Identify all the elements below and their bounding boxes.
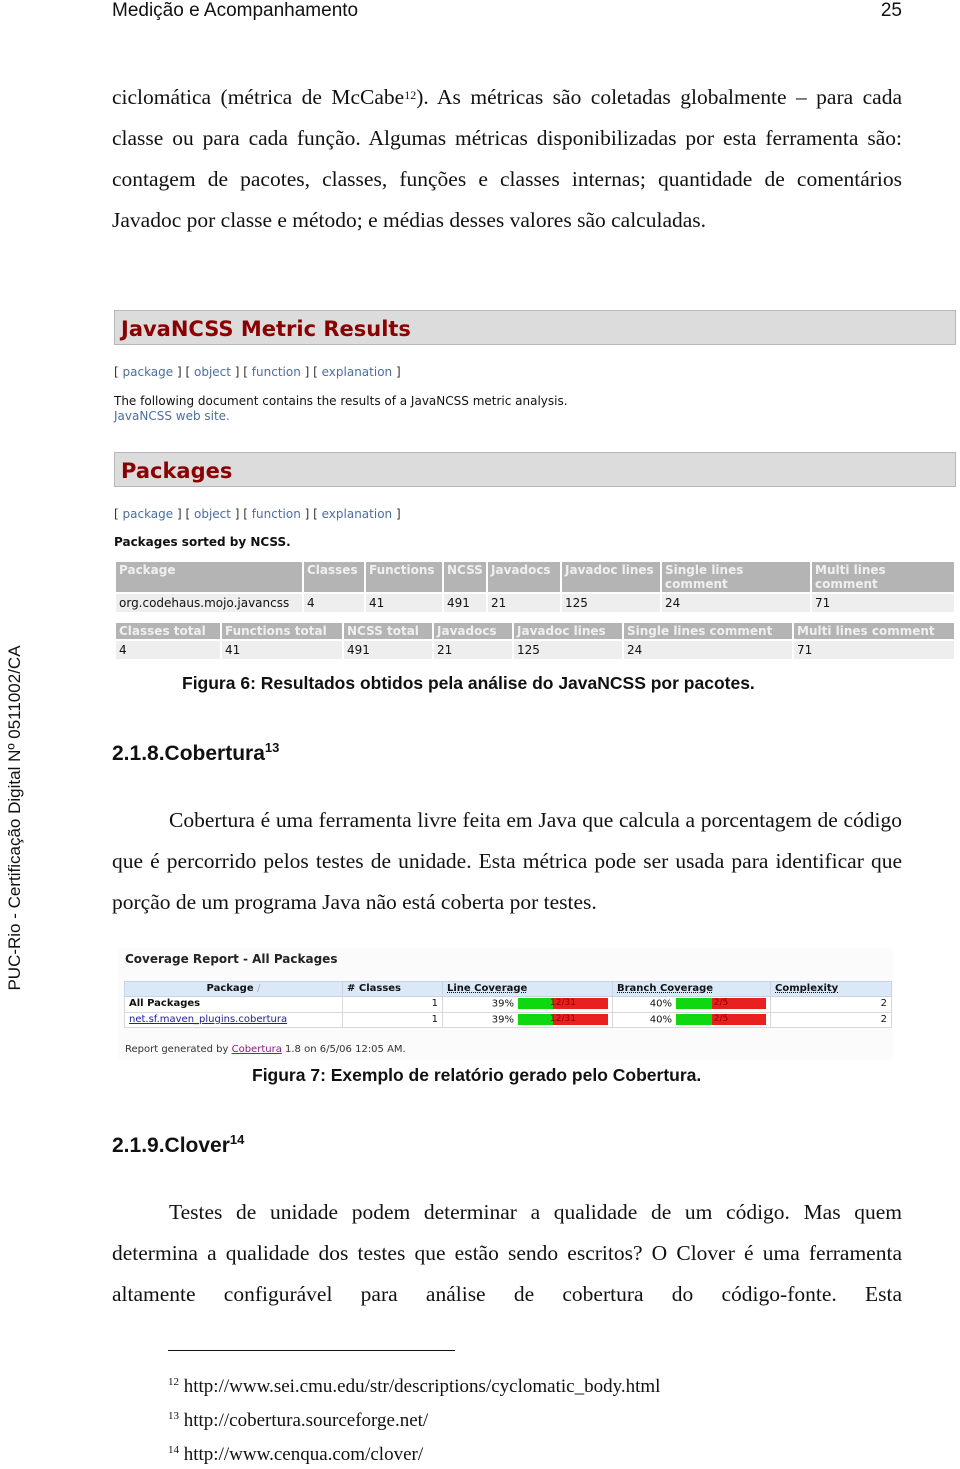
col-package[interactable]: Package (116, 562, 302, 592)
table-header-row: Package Classes Functions NCSS Javadocs … (116, 562, 954, 592)
nav-object-link[interactable]: object (194, 365, 231, 379)
nav-function-link[interactable]: function (252, 507, 301, 521)
package-all-packages: All Packages (124, 996, 343, 1013)
javancss-nav: [ package ] [ object ] [ function ] [ ex… (114, 365, 401, 379)
javancss-title: JavaNCSS Metric Results (114, 310, 956, 345)
footnote-divider (168, 1350, 455, 1351)
col-functions[interactable]: Functions (366, 562, 442, 592)
section-heading-clover: 2.1.9.Clover14 (112, 1132, 245, 1157)
branch-coverage-bar: 2/5 (676, 1013, 766, 1025)
figure-cobertura-report: Coverage Report - All Packages Package /… (118, 948, 893, 1060)
nav-package-link[interactable]: package (123, 365, 174, 379)
col-single-lines-comment[interactable]: Single lines comment (662, 562, 810, 592)
report-footer: Report generated by Cobertura 1.8 on 6/5… (125, 1044, 406, 1055)
footnote-ref-12: 12 (404, 88, 417, 102)
clover-paragraph: Testes de unidade podem determinar a qua… (112, 1200, 902, 1306)
figure7-caption: Figura 7: Exemplo de relatório gerado pe… (252, 1065, 702, 1085)
packages-nav: [ package ] [ object ] [ function ] [ ex… (114, 507, 401, 521)
col-ncss-total: NCSS total (344, 623, 432, 639)
col-classes[interactable]: Classes (304, 562, 364, 592)
footnote-12: 12 http://www.sei.cmu.edu/str/descriptio… (168, 1376, 661, 1397)
section-heading-cobertura: 2.1.8.Cobertura13 (112, 740, 280, 765)
packages-heading: Packages (114, 452, 956, 487)
certification-stamp: PUC-Rio - Certificação Digital Nº 051100… (5, 645, 24, 991)
footnote-14: 14 http://www.cenqua.com/clover/ (168, 1444, 424, 1465)
intro-paragraph: ciclomática (métrica de McCabe12). As mé… (112, 85, 903, 232)
col-multi-lines-comment: Multi lines comment (794, 623, 954, 639)
table-row: All Packages 1 39% 12/31 40% 2/5 2 (124, 996, 892, 1013)
col-line-coverage[interactable]: Line Coverage (442, 981, 613, 997)
col-branch-coverage[interactable]: Branch Coverage (612, 981, 771, 997)
col-javadoc-lines[interactable]: Javadoc lines (562, 562, 660, 592)
cobertura-link[interactable]: Cobertura (232, 1044, 282, 1055)
coverage-table: Package / # Classes Line Coverage Branch… (124, 981, 892, 1028)
nav-function-link[interactable]: function (252, 365, 301, 379)
javancss-intro: The following document contains the resu… (114, 394, 568, 423)
col-javadocs: Javadocs (434, 623, 512, 639)
totals-table: Classes total Functions total NCSS total… (114, 621, 956, 661)
col-javadocs[interactable]: Javadocs (488, 562, 560, 592)
package-link[interactable]: net.sf.maven_plugins.cobertura (129, 1014, 287, 1025)
footnote-ref-13: 13 (264, 740, 280, 755)
col-functions-total: Functions total (222, 623, 342, 639)
col-multi-lines-comment[interactable]: Multi lines comment (812, 562, 954, 592)
sort-indicator-icon: / (257, 983, 261, 994)
col-package[interactable]: Package / (124, 981, 343, 997)
table-row: org.codehaus.mojo.javancss 4 41 491 21 1… (116, 594, 954, 612)
line-coverage-bar: 12/31 (518, 1013, 608, 1025)
table-row: net.sf.maven_plugins.cobertura 1 39% 12/3… (124, 1011, 892, 1028)
cobertura-paragraph: Cobertura é uma ferramenta livre feita e… (112, 808, 902, 914)
javancss-web-site-link[interactable]: JavaNCSS web site. (114, 409, 230, 423)
nav-explanation-link[interactable]: explanation (322, 365, 393, 379)
packages-sorted-label: Packages sorted by NCSS. (114, 535, 291, 549)
col-ncss[interactable]: NCSS (444, 562, 486, 592)
col-classes[interactable]: # Classes (342, 981, 443, 997)
col-classes-total: Classes total (116, 623, 220, 639)
table-header-row: Package / # Classes Line Coverage Branch… (124, 981, 892, 997)
branch-coverage-bar: 2/5 (676, 998, 766, 1009)
figure-javancss: JavaNCSS Metric Results [ package ] [ ob… (114, 308, 960, 666)
line-coverage-bar: 12/31 (518, 998, 608, 1009)
coverage-report-title: Coverage Report - All Packages (125, 952, 338, 966)
col-single-lines-comment: Single lines comment (624, 623, 792, 639)
table-header-row: Classes total Functions total NCSS total… (116, 623, 954, 639)
footnote-13: 13 http://cobertura.sourceforge.net/ (168, 1410, 429, 1431)
page-number: 25 (880, 0, 902, 21)
nav-object-link[interactable]: object (194, 507, 231, 521)
col-javadoc-lines: Javadoc lines (514, 623, 622, 639)
nav-package-link[interactable]: package (123, 507, 174, 521)
figure6-caption: Figura 6: Resultados obtidos pela anális… (182, 673, 755, 693)
table-row: 4 41 491 21 125 24 71 (116, 641, 954, 659)
packages-table: Package Classes Functions NCSS Javadocs … (114, 560, 956, 614)
col-complexity[interactable]: Complexity (770, 981, 892, 997)
nav-explanation-link[interactable]: explanation (322, 507, 393, 521)
running-title: Medição e Acompanhamento (112, 0, 359, 21)
footnote-ref-14: 14 (229, 1132, 245, 1147)
